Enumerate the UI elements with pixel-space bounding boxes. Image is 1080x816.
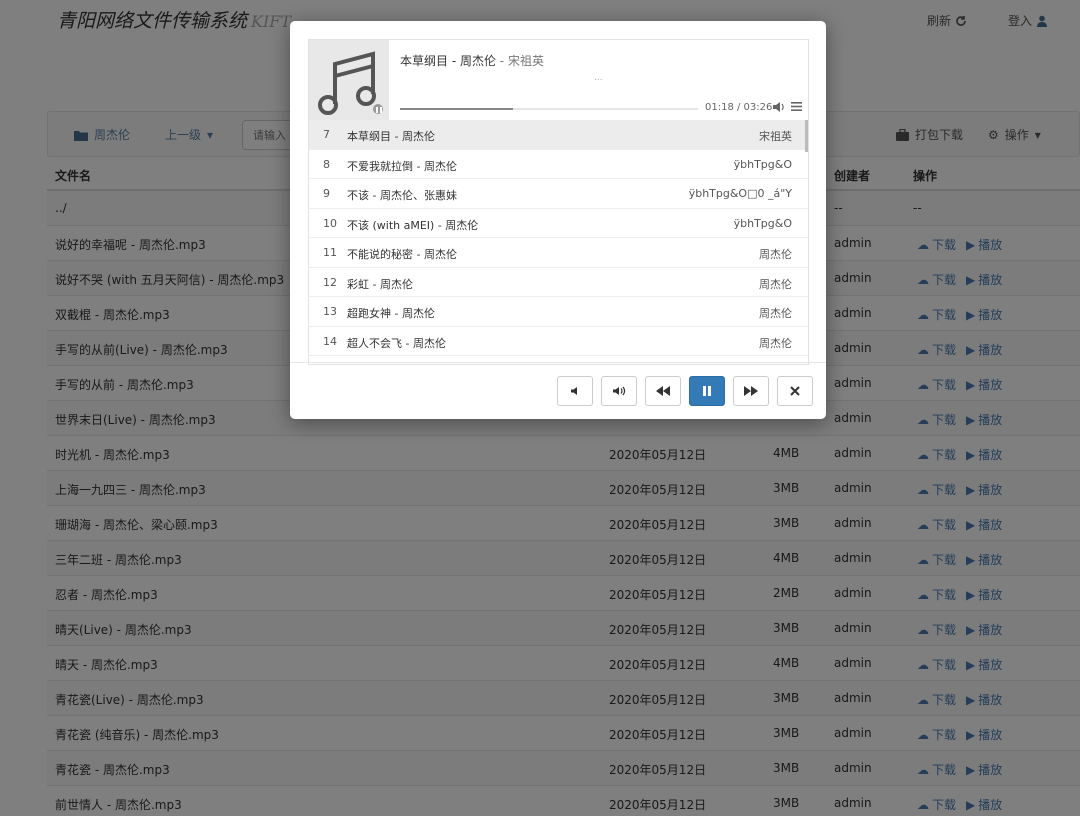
playlist-item[interactable]: 14 超人不会飞 - 周杰伦 周杰伦 (309, 327, 808, 356)
playlist-item-number: 14 (323, 334, 337, 348)
forward-icon (744, 386, 758, 396)
close-player-button[interactable] (777, 376, 813, 406)
audio-player: 本草纲目 - 周杰伦 - 宋祖英 ... 01:18 / 03:26 7 本草纲目… (308, 39, 809, 365)
playlist-item[interactable]: 7 本草纲目 - 周杰伦 宋祖英 (309, 120, 808, 150)
playlist-item-number: 11 (323, 246, 337, 259)
playlist-item[interactable]: 8 不爱我就拉倒 - 周杰伦 ÿbhTpg&O (309, 150, 808, 179)
playlist-item-number: 10 (323, 216, 337, 230)
playlist-item-artist: 周杰伦 (759, 248, 792, 261)
time-readout: 01:18 / 03:26 (705, 102, 773, 113)
playlist-item[interactable]: 9 不该 - 周杰伦、张惠妹 ÿbhTpg&O□0 _á"Y (309, 179, 808, 209)
playlist: 7 本草纲目 - 周杰伦 宋祖英 8 不爱我就拉倒 - 周杰伦 ÿbhTpg&O 9 不该 -… (309, 120, 808, 365)
playlist-item[interactable]: 13 超跑女神 - 周杰伦 周杰伦 (309, 297, 808, 327)
volume-down-icon (571, 387, 577, 395)
playlist-item-artist: 周杰伦 (759, 307, 792, 320)
volume-down-button[interactable] (557, 376, 593, 406)
volume-up-icon (613, 386, 626, 396)
now-playing: 本草纲目 - 周杰伦 - 宋祖英 (400, 54, 544, 68)
playlist-item-title: 超人不会飞 - 周杰伦 (347, 336, 446, 350)
playlist-item-number: 13 (323, 305, 337, 318)
lyric-line: ... (594, 73, 603, 83)
modal-divider (290, 362, 826, 363)
playlist-item-number: 8 (323, 157, 330, 171)
now-playing-artist: 宋祖英 (507, 54, 544, 68)
playlist-item-artist: 宋祖英 (759, 130, 792, 143)
playlist-item[interactable]: 11 不能说的秘密 - 周杰伦 周杰伦 (309, 238, 808, 268)
now-playing-title: 本草纲目 - 周杰伦 (400, 54, 496, 68)
playlist-item[interactable]: 10 不该 (with aMEI) - 周杰伦 ÿbhTpg&O (309, 209, 808, 238)
album-cover (309, 40, 389, 120)
cover-pause-icon[interactable] (371, 102, 385, 116)
volume-icon[interactable] (773, 102, 785, 112)
playlist-item[interactable]: 12 彩虹 - 周杰伦 周杰伦 (309, 268, 808, 297)
playlist-item-number: 12 (323, 275, 337, 289)
playlist-item-title: 不该 - 周杰伦、张惠妹 (347, 189, 457, 202)
playlist-item-artist: ÿbhTpg&O (733, 216, 792, 230)
playlist-item-artist: ÿbhTpg&O (733, 157, 792, 171)
playlist-item-title: 本草纲目 - 周杰伦 (347, 130, 435, 143)
music-note-icon (318, 51, 376, 115)
playlist-item-number: 9 (323, 187, 330, 200)
music-player-modal: 本草纲目 - 周杰伦 - 宋祖英 ... 01:18 / 03:26 7 本草纲目… (290, 21, 826, 419)
pause-icon (703, 386, 711, 396)
playlist-item-title: 不能说的秘密 - 周杰伦 (347, 248, 457, 261)
playlist-item-artist: ÿbhTpg&O□0 _á"Y (688, 187, 792, 200)
progress-bar[interactable] (400, 108, 698, 110)
playlist-item-number: 7 (323, 128, 330, 141)
close-icon (790, 386, 800, 396)
playlist-menu-icon[interactable] (791, 102, 802, 111)
playlist-item-title: 超跑女神 - 周杰伦 (347, 307, 435, 320)
backward-icon (656, 386, 670, 396)
playlist-item-artist: 周杰伦 (759, 277, 792, 291)
previous-button[interactable] (645, 376, 681, 406)
playlist-scrollbar[interactable] (805, 120, 808, 152)
volume-up-button[interactable] (601, 376, 637, 406)
playlist-item-title: 不该 (with aMEI) - 周杰伦 (347, 218, 479, 232)
progress-fill (400, 108, 514, 110)
playlist-item-artist: 周杰伦 (759, 336, 792, 350)
playlist-item-title: 彩虹 - 周杰伦 (347, 277, 413, 291)
pause-button[interactable] (689, 376, 725, 406)
next-button[interactable] (733, 376, 769, 406)
playlist-item-title: 不爱我就拉倒 - 周杰伦 (347, 159, 457, 173)
